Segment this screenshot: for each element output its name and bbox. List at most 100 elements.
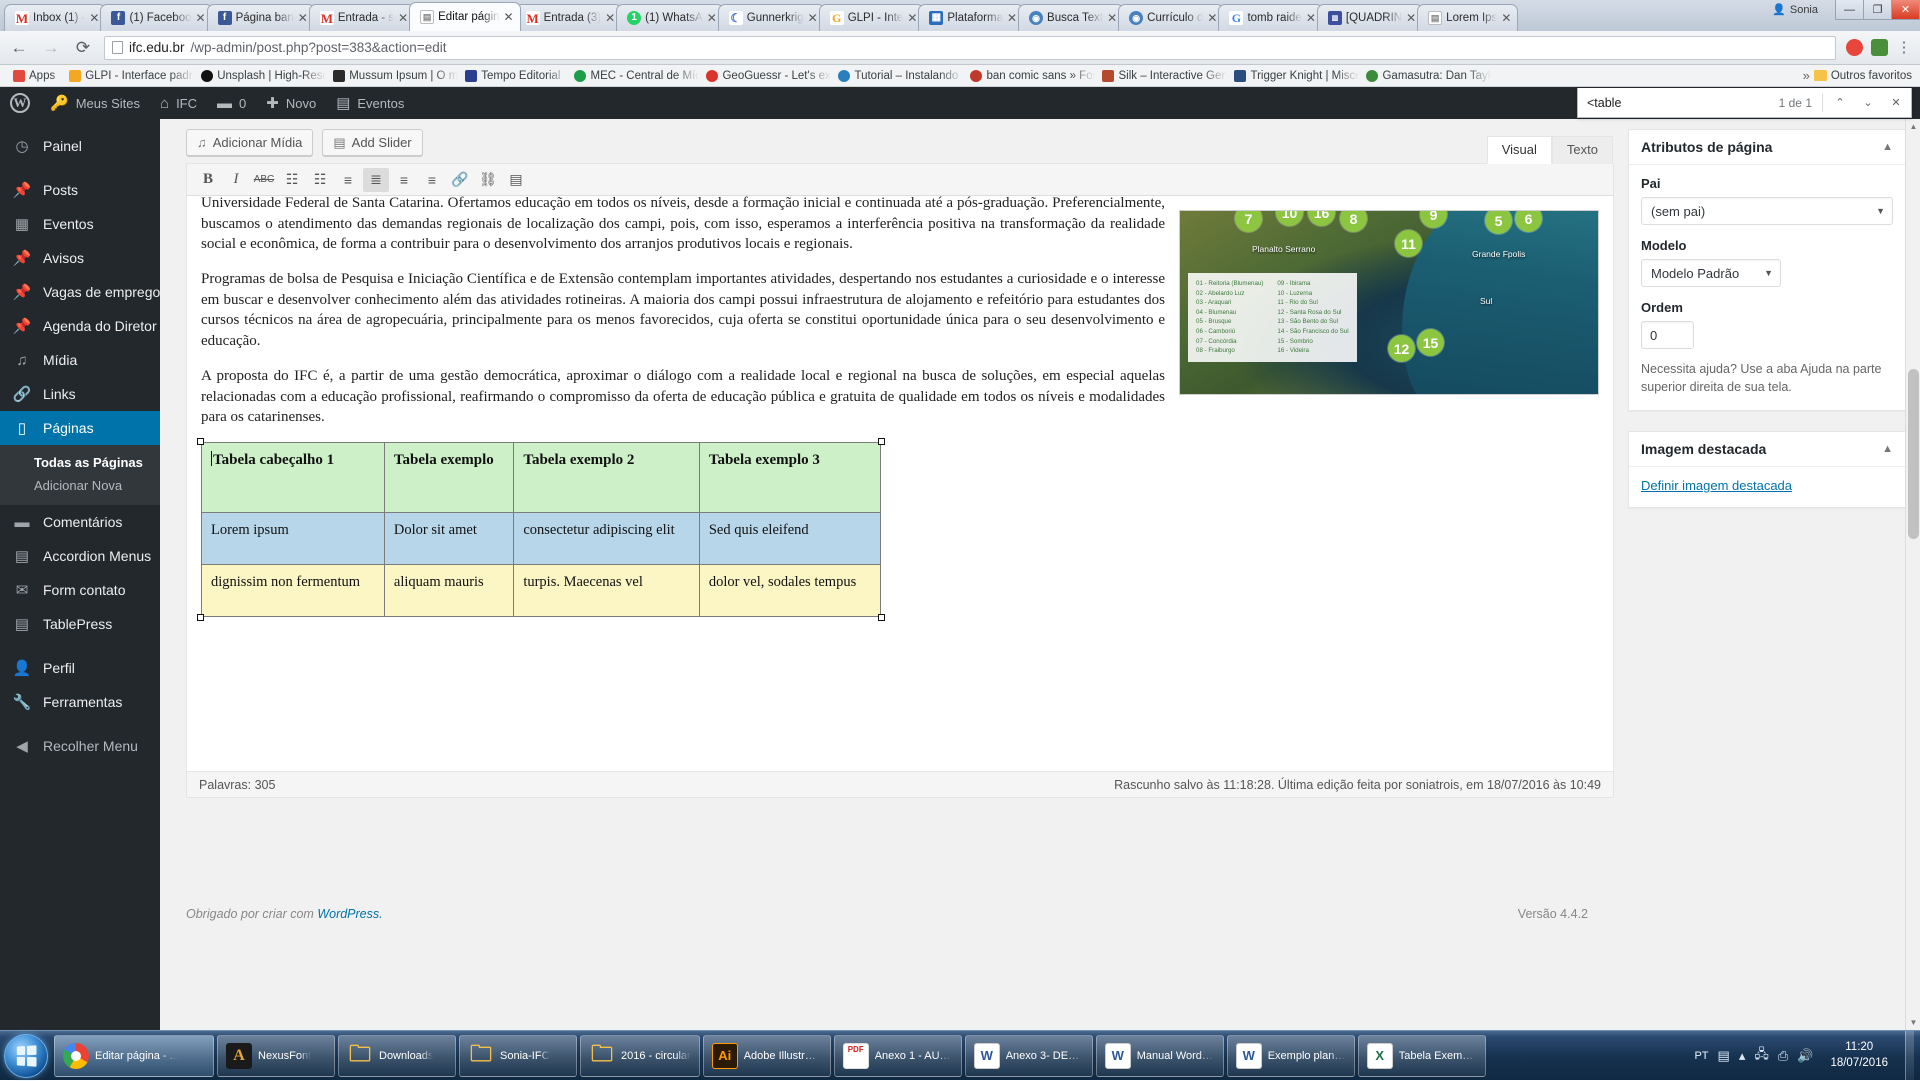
taskbar-item-exemplo-planilha[interactable]: W Exemplo planil... [1227,1035,1355,1077]
forward-icon[interactable]: → [40,37,62,59]
sidebar-item-posts[interactable]: 📌Posts [0,173,160,207]
sidebar-item-vagas[interactable]: 📌Vagas de emprego [0,275,160,309]
set-featured-image-link[interactable]: Definir imagem destacada [1641,478,1792,493]
page-info-icon[interactable] [112,41,123,54]
taskbar-item-downloads[interactable]: 🗀 Downloads [338,1035,456,1077]
close-icon[interactable]: ✕ [298,12,308,24]
close-icon[interactable]: ✕ [196,12,206,24]
bookmark-folder-other[interactable]: Outros favoritos [1814,70,1914,82]
close-icon[interactable]: ✕ [1107,12,1117,24]
browser-tab[interactable]: M Inbox (1) - ✕ [4,4,106,31]
bookmarks-overflow-icon[interactable]: » [1803,68,1814,83]
browser-tab[interactable]: 1 (1) WhatsA ✕ [616,4,724,31]
table-cell[interactable]: Tabela exemplo 2 [514,442,700,512]
scroll-up-icon[interactable]: ▲ [1906,119,1920,134]
address-bar[interactable]: ifc.edu.br/wp-admin/post.php?post=383&ac… [104,36,1836,60]
sidebar-item-links[interactable]: 🔗Links [0,377,160,411]
template-select[interactable]: Modelo Padrão ▼ [1641,259,1781,287]
adminbar-item-events[interactable]: ▤ Eventos [326,87,414,119]
clock[interactable]: 11:20 18/07/2016 [1822,1040,1896,1071]
taskbar-item-nexusfont[interactable]: A NexusFont [217,1035,335,1077]
close-icon[interactable]: ✕ [504,11,514,23]
bookmark-item[interactable]: GLPI - Interface padrã [62,70,194,82]
content-table[interactable]: Tabela cabeçalho 1 Tabela exemplo Tabela… [201,442,881,617]
taskbar-item-anexo1[interactable]: PDF Anexo 1 - AUT... [834,1035,962,1077]
network-icon[interactable]: 🖧 [1754,1045,1769,1067]
find-previous-icon[interactable]: ⌃ [1827,91,1853,115]
chevron-up-icon[interactable]: ▲ [1882,443,1893,455]
window-close-button[interactable]: ✕ [1891,0,1920,20]
sidebar-item-form-contato[interactable]: ✉Form contato [0,573,160,607]
adminbar-item-new[interactable]: ✚ Novo [256,87,326,119]
browser-tab[interactable]: G tomb raide ✕ [1218,4,1322,31]
browser-tab[interactable]: ▥ [QUADRIN ✕ [1317,4,1423,31]
sidebar-item-avisos[interactable]: 📌Avisos [0,241,160,275]
sidebar-item-eventos[interactable]: ▦Eventos [0,207,160,241]
table-cell[interactable]: Lorem ipsum [202,512,385,564]
browser-tab[interactable]: ▦ Plataforma ✕ [918,4,1024,31]
browser-tab[interactable]: M Entrada - s ✕ [309,4,415,31]
blockquote-icon[interactable]: ≡ [335,168,361,192]
order-input[interactable]: 0 [1641,321,1694,349]
adminbar-item-my-sites[interactable]: 🔑 Meus Sites [40,87,150,119]
sidebar-item-ferramentas[interactable]: 🔧Ferramentas [0,685,160,719]
extension-icon[interactable] [1871,39,1888,56]
close-icon[interactable]: ✕ [1306,12,1316,24]
table-cell[interactable]: Tabela exemplo [384,442,513,512]
table-cell[interactable]: dolor vel, sodales tempus [699,564,880,616]
resize-handle-ne[interactable] [878,438,885,445]
bullet-list-icon[interactable]: ☷ [279,168,305,192]
find-input[interactable] [1587,96,1777,110]
sidebar-item-accordion-menus[interactable]: ▤Accordion Menus [0,539,160,573]
tray-app-icon[interactable]: ▤ [1718,1048,1730,1064]
close-icon[interactable]: ✕ [1007,12,1017,24]
align-center-icon[interactable]: ≡ [391,168,417,192]
close-icon[interactable]: ✕ [1207,12,1217,24]
add-slider-button[interactable]: ▤ Add Slider [322,129,422,156]
sidebar-item-painel[interactable]: ◷Painel [0,129,160,163]
table-cell[interactable]: consectetur adipiscing elit [514,512,700,564]
sidebar-collapse-menu[interactable]: ◀Recolher Menu [0,729,160,763]
close-icon[interactable]: ✕ [1501,12,1511,24]
close-icon[interactable]: ✕ [707,12,717,24]
tab-texto[interactable]: Texto [1552,136,1613,164]
page-scrollbar[interactable]: ▲ ▼ [1905,119,1920,1030]
table-row[interactable]: Lorem ipsum Dolor sit amet consectetur a… [202,512,881,564]
sidebar-item-paginas[interactable]: ▯Páginas [0,411,160,445]
submenu-item-todas-as-paginas[interactable]: Todas as Páginas [0,451,160,474]
find-close-icon[interactable]: ✕ [1883,91,1909,115]
browser-tab[interactable]: ▤ Lorem Ips ✕ [1417,4,1518,31]
sidebar-item-midia[interactable]: ♫Mídia [0,343,160,377]
numbered-list-icon[interactable]: ☷ [307,168,333,192]
volume-icon[interactable]: 🔊 [1797,1048,1813,1064]
taskbar-item-tabela-exemplo[interactable]: X Tabela Exempl... [1358,1035,1486,1077]
find-next-icon[interactable]: ⌄ [1855,91,1881,115]
close-icon[interactable]: ✕ [808,12,818,24]
bold-icon[interactable]: B [195,168,221,192]
resize-handle-nw[interactable] [197,438,204,445]
browser-tab[interactable]: M Entrada (3) ✕ [515,4,623,31]
wordpress-link[interactable]: WordPress. [317,907,382,921]
table-cell[interactable]: Dolor sit amet [384,512,513,564]
resize-handle-sw[interactable] [197,614,204,621]
editor-canvas[interactable]: 7 10 16 8 9 5 6 11 12 15 Planalto Serran… [187,196,1613,771]
sidebar-item-agenda[interactable]: 📌Agenda do Diretor [0,309,160,343]
adminbar-item-site[interactable]: ⌂ IFC [150,87,207,119]
bookmark-item[interactable]: Mussum Ipsum | O m [326,70,458,82]
wp-logo-item[interactable]: W [0,87,40,119]
browser-tab[interactable]: f Página ban ✕ [207,4,315,31]
taskbar-item-sonia-ifc[interactable]: 🗀 Sonia-IFC [459,1035,577,1077]
table-cell[interactable]: Tabela cabeçalho 1 [202,442,385,512]
table-cell[interactable]: aliquam mauris [384,564,513,616]
bookmark-item[interactable]: GeoGuessr - Let's exp [699,70,831,82]
bookmark-item[interactable]: Gamasutra: Dan Taylo [1359,70,1491,82]
table-cell[interactable]: dignissim non fermentum [202,564,385,616]
close-icon[interactable]: ✕ [605,12,615,24]
close-icon[interactable]: ✕ [1406,12,1416,24]
removable-media-icon[interactable]: ⎙ [1778,1048,1788,1064]
show-hidden-icons-icon[interactable]: ▴ [1739,1048,1746,1064]
table-cell[interactable]: Sed quis eleifend [699,512,880,564]
taskbar-item-2016-circular[interactable]: 🗀 2016 - circular [580,1035,700,1077]
strikethrough-icon[interactable]: ABC [251,168,277,192]
back-icon[interactable]: ← [8,37,30,59]
